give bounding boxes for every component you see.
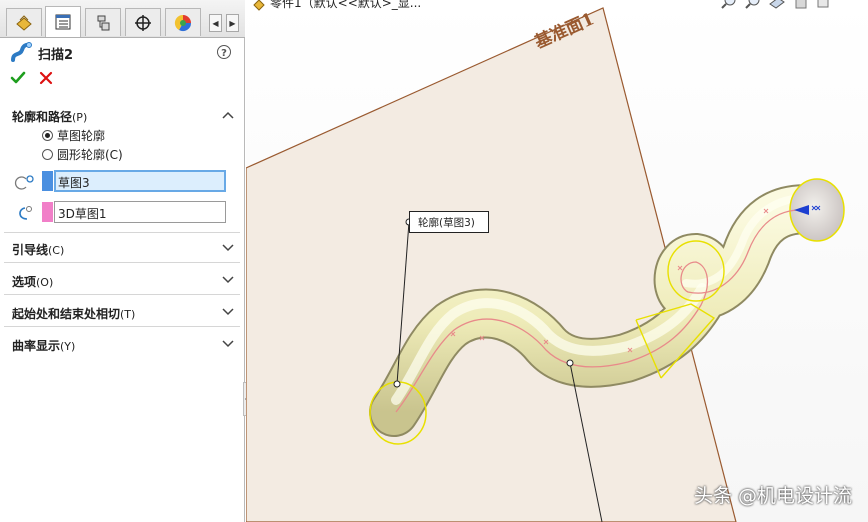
section-options[interactable]: 选项(O): [4, 267, 240, 295]
svg-text:?: ?: [221, 48, 227, 59]
profile-selection-row: 草图3: [10, 170, 230, 194]
graphics-area[interactable]: 零件1（默认<<默认>_显... 基准面1 轮廓(草图3) 头条 @机电设计流: [246, 0, 868, 522]
tab-configuration-manager[interactable]: [85, 8, 121, 36]
help-button[interactable]: ?: [216, 44, 232, 63]
display-manager-icon: [174, 14, 192, 31]
section-start-end-tangency[interactable]: 起始处和结束处相切(T): [4, 299, 240, 327]
tab-feature-manager[interactable]: [6, 8, 42, 36]
section-label: 引导线: [12, 243, 49, 257]
ok-button[interactable]: [10, 70, 26, 89]
path-selection-box[interactable]: 3D草图1: [54, 201, 226, 223]
property-manager-icon: [55, 14, 71, 30]
dimxpert-icon: [135, 14, 151, 31]
tab-scroll-right-button[interactable]: ▶: [226, 14, 239, 32]
x-icon: [39, 71, 53, 85]
sweep-feature-icon: [11, 42, 32, 62]
chevron-down-icon[interactable]: [222, 243, 234, 253]
section-label: 曲率显示: [12, 339, 61, 353]
configuration-manager-icon: [97, 15, 110, 30]
tab-dimxpert-manager[interactable]: [125, 8, 161, 36]
section-label: 起始处和结束处相切: [12, 307, 121, 321]
radio-label: 草图轮廓: [57, 128, 106, 143]
section-label: 轮廓和路径: [12, 110, 73, 124]
cancel-button[interactable]: [38, 70, 54, 89]
arrow-left-icon: ◀: [212, 18, 219, 28]
path-selection-row: 3D草图1: [10, 201, 230, 225]
path-color-swatch: [42, 202, 53, 222]
radio-button[interactable]: [42, 129, 53, 141]
feature-manager-icon: [16, 14, 32, 31]
ok-cancel-bar: [8, 70, 68, 90]
feature-header: 扫描2 ?: [8, 42, 238, 63]
manager-tab-bar: ◀ ▶: [0, 0, 245, 38]
profile-selection-box[interactable]: 草图3: [54, 170, 226, 192]
radio-label: 圆形轮廓(C): [57, 147, 123, 162]
arrow-right-icon: ▶: [229, 18, 236, 28]
path-icon: [19, 206, 32, 220]
watermark: 头条 @机电设计流: [693, 485, 852, 507]
section-shortcut: (P): [72, 111, 88, 124]
property-manager-panel: ◀ ▶ 扫描2 ? 轮廓和路径(P) 草图轮廓 圆形轮廓(C) 草图3 3D草图…: [0, 0, 245, 522]
section-guide-curves[interactable]: 引导线(C): [4, 235, 240, 263]
profile-selection-value: 草图3: [58, 176, 90, 190]
chevron-down-icon[interactable]: [222, 339, 234, 349]
tab-display-manager[interactable]: [165, 8, 201, 36]
tab-scroll-left-button[interactable]: ◀: [209, 14, 222, 32]
chevron-up-icon[interactable]: [222, 110, 234, 120]
help-icon: ?: [217, 45, 231, 59]
chevron-down-icon[interactable]: [222, 307, 234, 317]
tab-property-manager[interactable]: [45, 6, 81, 37]
radio-button[interactable]: [42, 148, 53, 160]
radio-circular-profile[interactable]: 圆形轮廓(C): [42, 145, 123, 163]
section-label: 选项: [12, 275, 37, 289]
profile-callout[interactable]: 轮廓(草图3): [409, 211, 489, 233]
radio-sketch-profile[interactable]: 草图轮廓: [42, 126, 105, 144]
section-shortcut: (C): [48, 244, 65, 257]
path-selection-value: 3D草图1: [58, 207, 107, 221]
profile-icon: [14, 175, 34, 190]
model-scene: [246, 7, 845, 522]
section-shortcut: (T): [120, 308, 136, 321]
profile-color-swatch: [42, 171, 53, 191]
profile-point[interactable]: [393, 380, 401, 388]
checkmark-icon: [10, 71, 26, 84]
chevron-down-icon[interactable]: [222, 275, 234, 285]
profile-callout-label: 轮廓(草图3): [418, 217, 475, 229]
feature-title: 扫描2: [38, 48, 74, 63]
path-point[interactable]: [566, 359, 574, 367]
section-curvature-display[interactable]: 曲率显示(Y): [4, 331, 240, 359]
section-profile-and-path[interactable]: 轮廓和路径(P): [4, 102, 240, 130]
section-shortcut: (Y): [60, 340, 76, 353]
section-shortcut: (O): [36, 276, 54, 289]
divider: [4, 232, 240, 233]
